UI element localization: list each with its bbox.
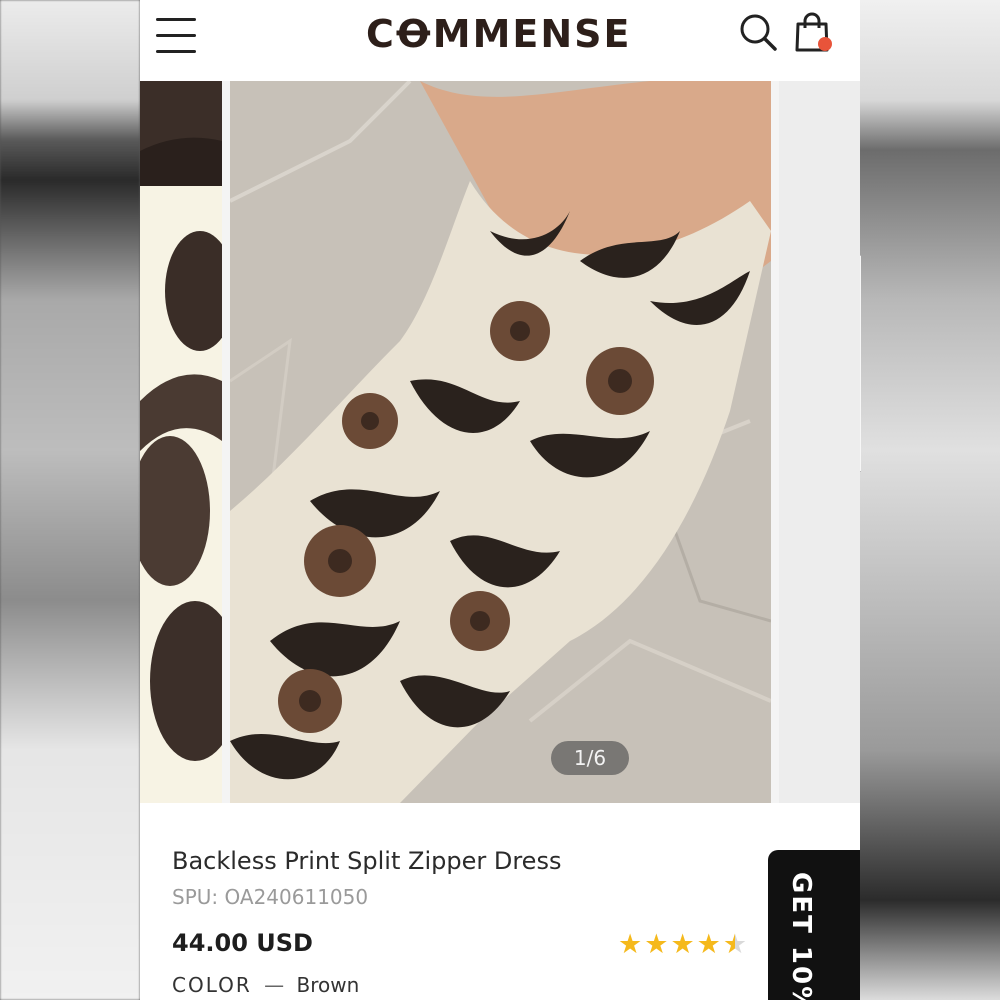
color-separator: — <box>264 973 285 997</box>
cart-notification-badge <box>818 37 832 51</box>
star-icon: ★ <box>618 930 643 960</box>
blurred-background-right <box>860 0 1000 1000</box>
star-icon: ★ <box>696 930 721 960</box>
main-product-image[interactable]: 1/6 <box>230 81 771 803</box>
spu-label: SPU: <box>172 885 219 909</box>
site-header: CꝊMMENSE <box>140 0 860 80</box>
next-product-image[interactable] <box>779 81 860 803</box>
fabric-closeup-image <box>140 81 222 803</box>
product-spu: SPU: OA240611050 <box>172 885 368 909</box>
product-title: Backless Print Split Zipper Dress <box>172 847 562 875</box>
discount-promo-tab[interactable]: GET 10% O <box>768 850 860 1000</box>
star-half-icon: ★ <box>722 930 748 960</box>
promo-text: GET 10% O <box>786 872 816 1000</box>
mobile-page: CꝊMMENSE 1/6 Backless Print Split Zipper… <box>140 0 860 1000</box>
star-icon: ★ <box>644 930 669 960</box>
blurred-background-left <box>0 0 140 1000</box>
dress-photo <box>230 81 771 803</box>
brand-logo[interactable]: CꝊMMENSE <box>366 12 632 56</box>
hamburger-menu-icon[interactable] <box>156 16 196 54</box>
color-value: Brown <box>296 973 360 997</box>
star-icon: ★ <box>670 930 695 960</box>
product-image-gallery[interactable]: 1/6 <box>140 81 860 803</box>
search-icon[interactable] <box>738 12 778 52</box>
previous-product-image[interactable] <box>140 81 222 803</box>
rating-stars[interactable]: ★★★★★ <box>618 930 770 960</box>
spu-value: OA240611050 <box>224 885 369 909</box>
product-price: 44.00 USD <box>172 929 313 957</box>
color-label: COLOR <box>172 973 252 997</box>
product-info: Backless Print Split Zipper Dress SPU: O… <box>140 803 860 1000</box>
image-counter: 1/6 <box>551 741 629 775</box>
color-selector: COLOR — Brown <box>172 973 359 997</box>
